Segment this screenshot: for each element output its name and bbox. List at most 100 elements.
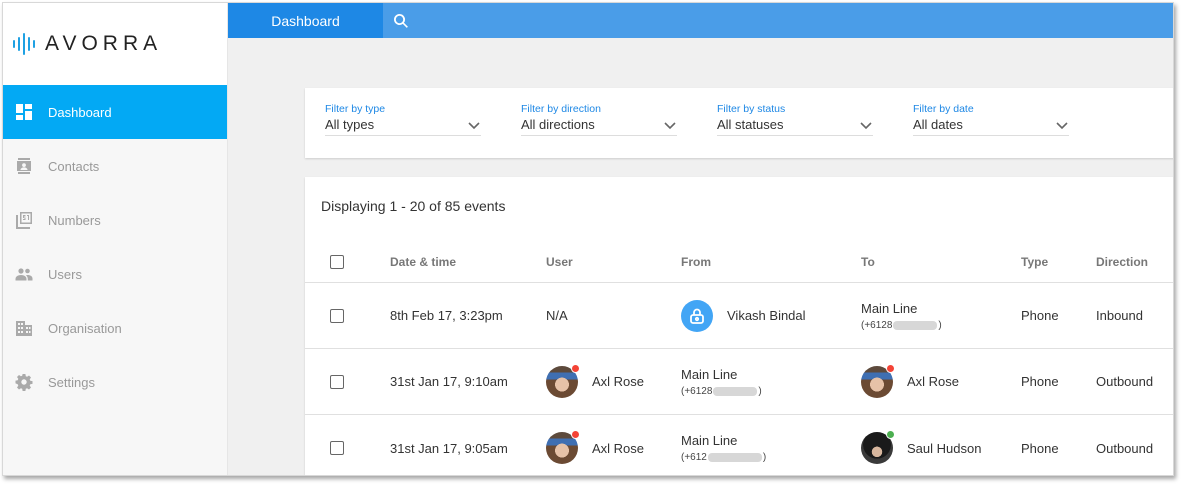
column-header-user[interactable]: User (546, 241, 573, 282)
event-type: Phone (1021, 308, 1059, 323)
filter-date[interactable]: Filter by date All dates (913, 102, 1069, 136)
column-header-from[interactable]: From (681, 241, 711, 282)
event-direction: Inbound (1096, 308, 1143, 323)
sidebar-item-settings[interactable]: Settings (3, 355, 227, 409)
header-band (228, 38, 1173, 85)
column-header-datetime[interactable]: Date & time (390, 241, 456, 282)
event-datetime: 31st Jan 17, 9:10am (390, 374, 508, 389)
phone-prefix: (+612 (681, 452, 707, 463)
sidebar-item-label: Users (48, 266, 82, 282)
filter-status[interactable]: Filter by status All statuses (717, 102, 873, 136)
filter-label: Filter by type (325, 103, 386, 115)
row-checkbox[interactable] (330, 308, 344, 323)
select-all-cell (330, 241, 344, 282)
filter-value: All statuses (717, 117, 784, 132)
filter-label: Filter by date (913, 103, 974, 115)
event-to-name: Main Line (861, 300, 918, 316)
sidebar-item-organisation[interactable]: Organisation (3, 301, 227, 355)
phone-suffix: ) (758, 385, 762, 397)
chevron-down-icon (467, 118, 481, 132)
filter-label: Filter by direction (521, 103, 601, 115)
sidebar-item-contacts[interactable]: Contacts (3, 139, 227, 193)
event-to: Axl Rose (861, 349, 959, 414)
column-header-type[interactable]: Type (1021, 241, 1048, 282)
dashboard-icon (15, 103, 33, 121)
brand-name: AVORRA (45, 32, 163, 55)
event-datetime: 8th Feb 17, 3:23pm (390, 308, 503, 323)
filter-value: All dates (913, 117, 963, 132)
sidebar-item-dashboard[interactable]: Dashboard (3, 85, 227, 139)
event-from-name: Main Line (681, 366, 738, 382)
column-header-direction[interactable]: Direction (1096, 241, 1148, 282)
chevron-down-icon (859, 118, 873, 132)
user-avatar (861, 430, 895, 464)
filter-value: All types (325, 117, 375, 132)
sidebar-item-label: Numbers (48, 212, 101, 228)
sound-wave-icon (13, 33, 35, 55)
event-user: Axl Rose (546, 415, 645, 475)
logo[interactable]: AVORRA (3, 3, 227, 85)
event-to-name: Axl Rose (907, 374, 960, 389)
users-icon (15, 265, 33, 283)
top-bar: Dashboard (228, 3, 1173, 38)
event-type: Phone (1021, 374, 1059, 389)
status-online-dot (886, 430, 895, 439)
table-row[interactable]: 31st Jan 17, 9:10am Axl Rose Main Line (… (305, 349, 1173, 415)
row-checkbox[interactable] (330, 374, 344, 389)
filter-label: Filter by status (717, 103, 786, 115)
event-datetime: 31st Jan 17, 9:05am (390, 440, 508, 456)
event-from-name: Vikash Bindal (727, 308, 806, 323)
event-from-number: (+6128) (681, 386, 762, 397)
event-user: Axl Rose (546, 349, 644, 414)
redacted-number (707, 453, 762, 462)
user-avatar (546, 430, 580, 464)
sidebar-item-label: Settings (48, 374, 95, 390)
row-select-cell (330, 349, 344, 414)
table-row[interactable]: 8th Feb 17, 3:23pm N/A Vikash Bindal Mai… (305, 283, 1173, 349)
tab-dashboard[interactable]: Dashboard (228, 3, 383, 38)
sidebar-item-numbers[interactable]: Numbers (3, 193, 227, 247)
row-select-cell (330, 283, 344, 348)
redacted-number (893, 320, 938, 330)
filter-date-select[interactable]: All dates (913, 116, 1069, 136)
filter-status-select[interactable]: All statuses (717, 116, 873, 136)
app-window: AVORRA Dashboard Contacts Numbers Users (2, 2, 1174, 476)
filter-value: All directions (521, 117, 595, 132)
row-checkbox[interactable] (330, 441, 344, 455)
filter-direction[interactable]: Filter by direction All directions (521, 102, 677, 136)
event-to-name: Saul Hudson (907, 440, 982, 456)
search-icon[interactable] (391, 11, 411, 31)
select-all-checkbox[interactable] (330, 254, 344, 269)
filter-bar: Filter by type All types Filter by direc… (305, 88, 1173, 158)
user-avatar (546, 363, 580, 398)
sidebar-item-label: Dashboard (48, 104, 112, 120)
event-from: Main Line (+6128) (681, 349, 762, 414)
filter-type-select[interactable]: All types (325, 116, 481, 136)
event-to-number: (+6128) (861, 320, 942, 331)
chevron-down-icon (1055, 118, 1069, 132)
table-header: Date & time User From To Type Direction (305, 241, 1173, 283)
phone-suffix: ) (762, 452, 767, 463)
filter-direction-select[interactable]: All directions (521, 116, 677, 136)
sidebar-item-users[interactable]: Users (3, 247, 227, 301)
user-avatar (861, 363, 895, 398)
status-busy-dot (571, 363, 580, 373)
event-to: Saul Hudson (861, 415, 982, 475)
event-user-name: Axl Rose (592, 374, 645, 389)
column-header-to[interactable]: To (861, 241, 875, 282)
contact-card-icon (15, 157, 33, 175)
row-select-cell (330, 415, 344, 475)
filter-type[interactable]: Filter by type All types (325, 102, 481, 136)
redacted-number (713, 386, 758, 396)
event-from: Vikash Bindal (681, 283, 806, 348)
event-direction: Outbound (1096, 440, 1154, 456)
event-from-number: (+612) (681, 452, 766, 463)
phone-prefix: (+6128 (861, 319, 893, 331)
phone-suffix: ) (938, 319, 942, 331)
sidebar-item-label: Contacts (48, 158, 100, 174)
event-user-name: Axl Rose (592, 440, 645, 456)
status-busy-dot (886, 363, 895, 373)
event-from: Main Line (+612) (681, 415, 766, 475)
table-row[interactable]: 31st Jan 17, 9:05am Axl Rose Main Line (… (305, 415, 1173, 475)
sidebar-item-label: Organisation (48, 320, 122, 336)
